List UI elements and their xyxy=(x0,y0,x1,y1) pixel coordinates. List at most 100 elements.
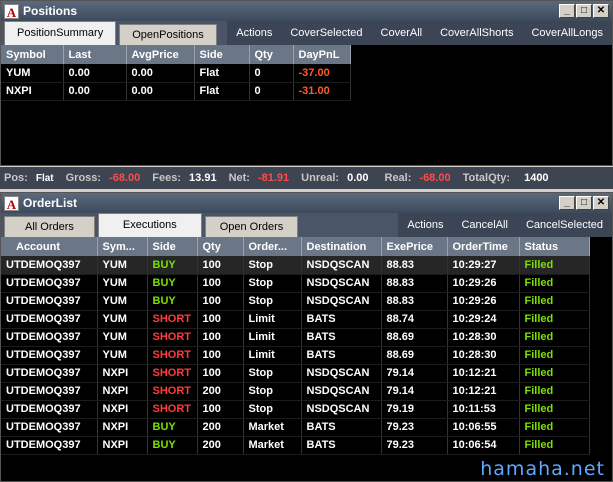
pos-label: Pos: xyxy=(4,172,28,184)
minimize-icon[interactable]: _ xyxy=(559,4,575,18)
tab-executions[interactable]: Executions xyxy=(97,213,202,237)
cancel-selected-button[interactable]: CancelSelected xyxy=(517,213,612,237)
column-header-avgprice[interactable]: AvgPrice xyxy=(126,45,195,64)
app-icon: A xyxy=(4,195,19,212)
cell-status: Filled xyxy=(519,292,590,311)
orderlist-titlebar[interactable]: A OrderList _ □ ✕ xyxy=(1,193,612,213)
cell-symbol: YUM xyxy=(97,274,148,293)
column-header-order-type[interactable]: Order... xyxy=(243,237,302,256)
cell-last: 0.00 xyxy=(63,82,127,101)
orderlist-actions: Actions CancelAll CancelSelected xyxy=(398,213,612,237)
order-row[interactable]: UTDEMOQ397 YUM SHORT 100 Limit BATS 88.74 10:29… xyxy=(1,310,590,329)
cell-symbol: NXPI xyxy=(97,418,148,437)
orders-header-row: Account Sym... Side Qty Order... Destina… xyxy=(1,237,590,256)
order-row[interactable]: UTDEMOQ397 NXPI SHORT 100 Stop NSDQSCAN 79.19 1… xyxy=(1,400,590,419)
cover-selected-button[interactable]: CoverSelected xyxy=(281,21,371,45)
minimize-icon[interactable]: _ xyxy=(559,196,575,210)
positions-title: Positions xyxy=(23,4,78,18)
cell-exeprice: 88.83 xyxy=(381,274,448,293)
cell-side: BUY xyxy=(147,256,198,275)
cell-symbol: NXPI xyxy=(97,382,148,401)
cell-daypnl: -37.00 xyxy=(293,64,351,83)
column-header-exeprice[interactable]: ExePrice xyxy=(381,237,448,256)
column-header-last[interactable]: Last xyxy=(63,45,127,64)
cell-side: Flat xyxy=(194,64,250,83)
cell-ordertime: 10:06:55 xyxy=(447,418,520,437)
positions-window: A Positions _ □ ✕ PositionSummary OpenPo… xyxy=(0,0,613,166)
cell-ordertime: 10:29:24 xyxy=(447,310,520,329)
order-row[interactable]: UTDEMOQ397 NXPI BUY 200 Market BATS 79.23 10:06… xyxy=(1,418,590,437)
order-row[interactable]: UTDEMOQ397 YUM SHORT 100 Limit BATS 88.69 10:28… xyxy=(1,328,590,347)
cell-destination: NSDQSCAN xyxy=(301,274,382,293)
cell-destination: BATS xyxy=(301,436,382,455)
cell-last: 0.00 xyxy=(63,64,127,83)
actions-menu[interactable]: Actions xyxy=(398,213,452,237)
cell-ordertime: 10:12:21 xyxy=(447,364,520,383)
column-header-qty[interactable]: Qty xyxy=(249,45,294,64)
column-header-account[interactable]: Account xyxy=(1,237,98,256)
cover-all-button[interactable]: CoverAll xyxy=(372,21,432,45)
column-header-side[interactable]: Side xyxy=(147,237,198,256)
column-header-symbol[interactable]: Sym... xyxy=(97,237,148,256)
order-row[interactable]: UTDEMOQ397 NXPI SHORT 200 Stop NSDQSCAN 79.14 1… xyxy=(1,382,590,401)
order-row[interactable]: UTDEMOQ397 NXPI BUY 200 Market BATS 79.23 10:06… xyxy=(1,436,590,455)
order-row[interactable]: UTDEMOQ397 YUM BUY 100 Stop NSDQSCAN 88.83 10:2… xyxy=(1,256,590,275)
column-header-side[interactable]: Side xyxy=(194,45,250,64)
cell-symbol: YUM xyxy=(1,64,64,83)
cell-order-type: Stop xyxy=(243,274,302,293)
position-row[interactable]: YUM 0.00 0.00 Flat 0 -37.00 xyxy=(1,64,351,83)
cell-order-type: Market xyxy=(243,436,302,455)
order-row[interactable]: UTDEMOQ397 NXPI SHORT 100 Stop NSDQSCAN 79.14 1… xyxy=(1,364,590,383)
cell-account: UTDEMOQ397 xyxy=(1,436,98,455)
cell-ordertime: 10:06:54 xyxy=(447,436,520,455)
column-header-qty[interactable]: Qty xyxy=(197,237,244,256)
column-header-destination[interactable]: Destination xyxy=(301,237,382,256)
cell-order-type: Stop xyxy=(243,292,302,311)
maximize-icon[interactable]: □ xyxy=(576,196,592,210)
tab-position-summary[interactable]: PositionSummary xyxy=(4,21,117,45)
tab-all-orders[interactable]: All Orders xyxy=(4,216,95,237)
cell-ordertime: 10:11:53 xyxy=(447,400,520,419)
cell-ordertime: 10:28:30 xyxy=(447,346,520,365)
close-icon[interactable]: ✕ xyxy=(593,4,609,18)
cell-destination: NSDQSCAN xyxy=(301,400,382,419)
cell-account: UTDEMOQ397 xyxy=(1,400,98,419)
column-header-status[interactable]: Status xyxy=(519,237,590,256)
cell-symbol: NXPI xyxy=(1,82,64,101)
position-row[interactable]: NXPI 0.00 0.00 Flat 0 -31.00 xyxy=(1,82,351,101)
cell-side: BUY xyxy=(147,292,198,311)
order-row[interactable]: UTDEMOQ397 YUM BUY 100 Stop NSDQSCAN 88.83 10:2… xyxy=(1,292,590,311)
cell-ordertime: 10:29:26 xyxy=(447,292,520,311)
order-row[interactable]: UTDEMOQ397 YUM BUY 100 Stop NSDQSCAN 88.83 10:2… xyxy=(1,274,590,293)
cell-status: Filled xyxy=(519,382,590,401)
cell-qty: 100 xyxy=(197,346,244,365)
column-header-ordertime[interactable]: OrderTime xyxy=(447,237,520,256)
cell-order-type: Stop xyxy=(243,382,302,401)
column-header-symbol[interactable]: Symbol xyxy=(1,45,64,64)
unreal-label: Unreal: xyxy=(301,172,340,184)
cancel-all-button[interactable]: CancelAll xyxy=(452,213,516,237)
cover-all-longs-button[interactable]: CoverAllLongs xyxy=(522,21,612,45)
cell-exeprice: 88.83 xyxy=(381,292,448,311)
cell-account: UTDEMOQ397 xyxy=(1,256,98,275)
cell-order-type: Stop xyxy=(243,400,302,419)
tab-open-positions[interactable]: OpenPositions xyxy=(119,24,217,45)
cover-all-shorts-button[interactable]: CoverAllShorts xyxy=(431,21,522,45)
summary-bar: Pos: Flat Gross: -68.00 Fees: 13.91 Net:… xyxy=(0,167,613,189)
cell-exeprice: 79.23 xyxy=(381,418,448,437)
cell-order-type: Stop xyxy=(243,256,302,275)
order-row[interactable]: UTDEMOQ397 YUM SHORT 100 Limit BATS 88.69 10:28… xyxy=(1,346,590,365)
actions-menu[interactable]: Actions xyxy=(227,21,281,45)
close-icon[interactable]: ✕ xyxy=(593,196,609,210)
cell-destination: NSDQSCAN xyxy=(301,256,382,275)
cell-destination: NSDQSCAN xyxy=(301,382,382,401)
positions-actions: Actions CoverSelected CoverAll CoverAllS… xyxy=(227,21,612,45)
orderlist-title: OrderList xyxy=(23,196,78,210)
positions-titlebar[interactable]: A Positions _ □ ✕ xyxy=(1,1,612,21)
cell-symbol: YUM xyxy=(97,346,148,365)
maximize-icon[interactable]: □ xyxy=(576,4,592,18)
column-header-daypnl[interactable]: DayPnL xyxy=(293,45,351,64)
cell-account: UTDEMOQ397 xyxy=(1,382,98,401)
tab-open-orders[interactable]: Open Orders xyxy=(204,216,299,237)
cell-account: UTDEMOQ397 xyxy=(1,292,98,311)
